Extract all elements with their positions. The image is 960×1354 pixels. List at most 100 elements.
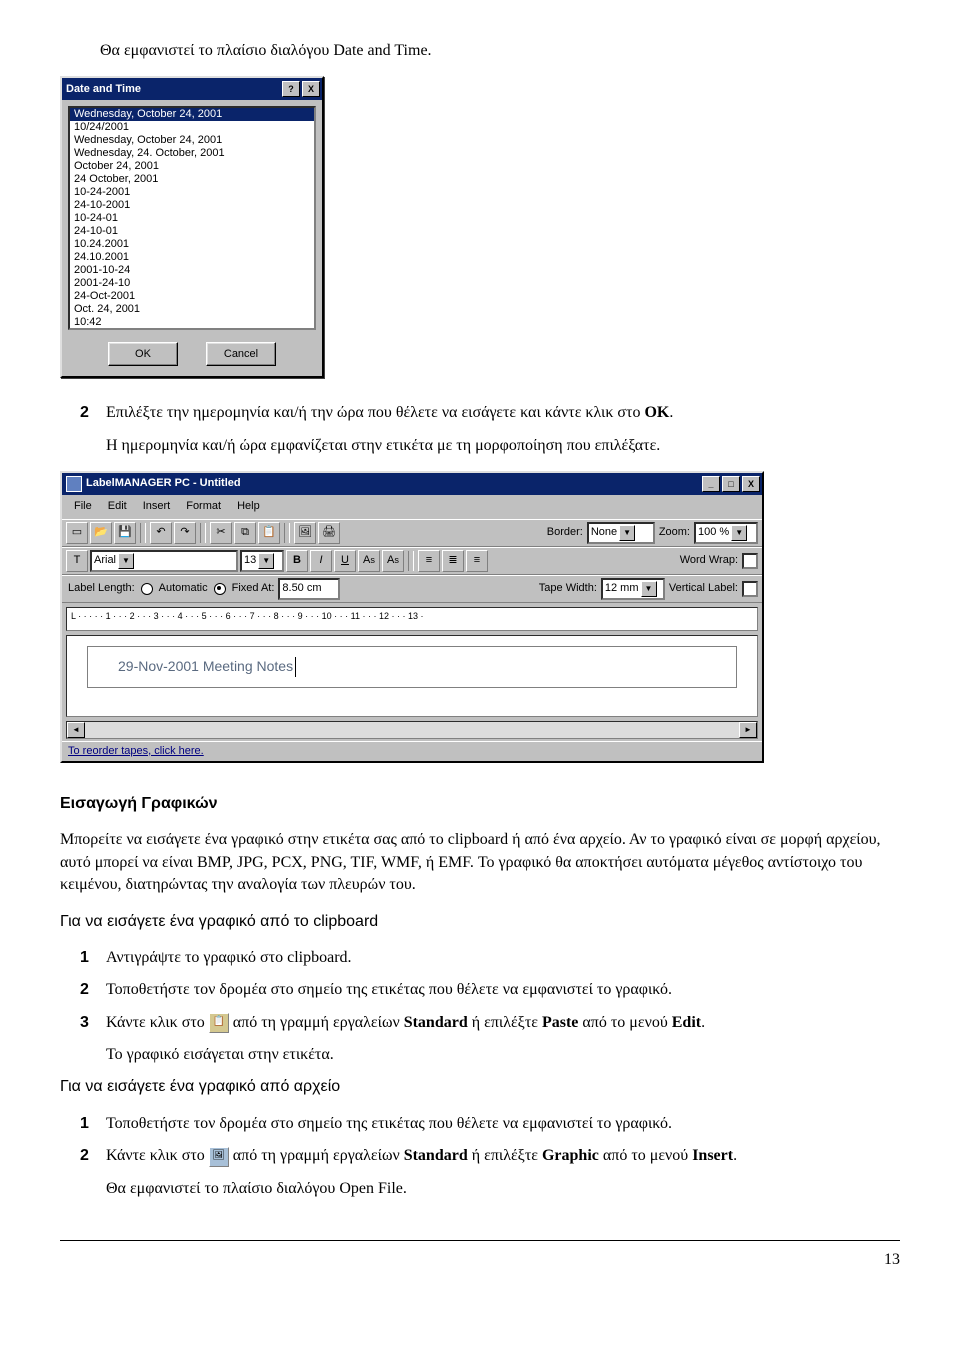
labelmanager-window: LabelMANAGER PC - Untitled _ □ X File Ed… bbox=[60, 471, 764, 763]
term: Paste bbox=[542, 1014, 578, 1031]
font-combo[interactable]: Arial▼ bbox=[90, 550, 238, 572]
menu-insert[interactable]: Insert bbox=[137, 497, 177, 516]
status-bar[interactable]: To reorder tapes, click here. bbox=[62, 741, 762, 761]
list-item[interactable]: Wednesday, 24. October, 2001 bbox=[70, 147, 314, 160]
font-icon[interactable]: T bbox=[66, 550, 88, 572]
list-item[interactable]: Oct. 24, 2001 bbox=[70, 303, 314, 316]
new-icon[interactable]: ▭ bbox=[66, 522, 88, 544]
step-text: Επιλέξτε την ημερομηνία και/ή την ώρα πο… bbox=[106, 402, 900, 424]
text: Κάντε κλικ στο bbox=[106, 1147, 209, 1164]
list-item[interactable]: 24.10.2001 bbox=[70, 251, 314, 264]
chevron-down-icon: ▼ bbox=[118, 553, 134, 569]
list-item[interactable]: Wednesday, October 24, 2001 bbox=[70, 108, 314, 121]
list-item[interactable]: 10:42:42 bbox=[70, 329, 314, 330]
dialog-titlebar: Date and Time ? X bbox=[62, 78, 322, 100]
align-left-icon[interactable]: ≡ bbox=[418, 550, 440, 572]
zoom-label: Zoom: bbox=[657, 525, 692, 540]
length-label: Label Length: bbox=[66, 581, 137, 596]
text: από το μενού bbox=[578, 1014, 671, 1031]
clipboard-heading: Για να εισάγετε ένα γραφικό από το clipb… bbox=[60, 911, 900, 933]
text: Επιλέξτε την ημερομηνία και/ή την ώρα πο… bbox=[106, 404, 644, 421]
term: Standard bbox=[404, 1014, 468, 1031]
text: . bbox=[733, 1147, 737, 1164]
cut-icon[interactable]: ✂ bbox=[210, 522, 232, 544]
help-button[interactable]: ? bbox=[282, 81, 300, 97]
open-icon[interactable]: 📂 bbox=[90, 522, 112, 544]
paste-icon[interactable]: 📋 bbox=[258, 522, 280, 544]
paste-icon: 📋 bbox=[209, 1013, 229, 1033]
list-item[interactable]: 10/24/2001 bbox=[70, 121, 314, 134]
copy-icon[interactable]: ⧉ bbox=[234, 522, 256, 544]
list-item[interactable]: 10-24-01 bbox=[70, 212, 314, 225]
bold-icon[interactable]: B bbox=[286, 550, 308, 572]
list-item[interactable]: 24-10-2001 bbox=[70, 199, 314, 212]
app-title: LabelMANAGER PC - Untitled bbox=[86, 476, 241, 491]
menu-edit[interactable]: Edit bbox=[102, 497, 133, 516]
tape-combo[interactable]: 12 mm▼ bbox=[601, 578, 665, 600]
toolbar-format: T Arial▼ 13▼ B I U As As ≡ ≣ ≡ Word Wrap… bbox=[62, 547, 762, 575]
page-number: 13 bbox=[60, 1249, 900, 1271]
step-number: 3 bbox=[80, 1012, 106, 1067]
list-item[interactable]: 2001-24-10 bbox=[70, 277, 314, 290]
superscript-icon[interactable]: As bbox=[358, 550, 380, 572]
list-item[interactable]: 10-24-2001 bbox=[70, 186, 314, 199]
term: Edit bbox=[672, 1014, 701, 1031]
close-button[interactable]: X bbox=[742, 476, 760, 492]
text: Κάντε κλικ στο bbox=[106, 1014, 209, 1031]
fixed-input[interactable]: 8.50 cm bbox=[278, 578, 340, 600]
cancel-button[interactable]: Cancel bbox=[206, 342, 276, 366]
size-value: 13 bbox=[244, 553, 256, 568]
vertical-check[interactable] bbox=[742, 581, 758, 597]
auto-radio[interactable] bbox=[141, 583, 153, 595]
wordwrap-check[interactable] bbox=[742, 553, 758, 569]
menu-format[interactable]: Format bbox=[180, 497, 227, 516]
menu-help[interactable]: Help bbox=[231, 497, 266, 516]
file-heading: Για να εισάγετε ένα γραφικό από αρχείο bbox=[60, 1076, 900, 1098]
list-item[interactable]: 10:42 bbox=[70, 316, 314, 329]
align-center-icon[interactable]: ≣ bbox=[442, 550, 464, 572]
minimize-button[interactable]: _ bbox=[702, 476, 720, 492]
app-icon bbox=[66, 476, 82, 492]
label-canvas[interactable]: 29-Nov-2001 Meeting Notes bbox=[66, 635, 758, 717]
maximize-button[interactable]: □ bbox=[722, 476, 740, 492]
list-item[interactable]: Wednesday, October 24, 2001 bbox=[70, 134, 314, 147]
print-icon[interactable]: 🖨 bbox=[318, 522, 340, 544]
scroll-right-icon[interactable]: ► bbox=[739, 722, 757, 738]
scroll-left-icon[interactable]: ◄ bbox=[67, 722, 85, 738]
save-icon[interactable]: 💾 bbox=[114, 522, 136, 544]
redo-icon[interactable]: ↷ bbox=[174, 522, 196, 544]
border-label: Border: bbox=[545, 525, 585, 540]
chevron-down-icon: ▼ bbox=[731, 525, 747, 541]
ok-button[interactable]: OK bbox=[108, 342, 178, 366]
border-combo[interactable]: None▼ bbox=[587, 522, 655, 544]
italic-icon[interactable]: I bbox=[310, 550, 332, 572]
size-combo[interactable]: 13▼ bbox=[240, 550, 284, 572]
undo-icon[interactable]: ↶ bbox=[150, 522, 172, 544]
close-button[interactable]: X bbox=[302, 81, 320, 97]
step-number: 1 bbox=[80, 947, 106, 969]
list-item[interactable]: October 24, 2001 bbox=[70, 160, 314, 173]
zoom-value: 100 % bbox=[698, 525, 729, 540]
menu-file[interactable]: File bbox=[68, 497, 98, 516]
underline-icon[interactable]: U bbox=[334, 550, 356, 572]
border-value: None bbox=[591, 525, 617, 540]
list-item[interactable]: 24-10-01 bbox=[70, 225, 314, 238]
text: από τη γραμμή εργαλείων bbox=[229, 1147, 404, 1164]
list-item[interactable]: 2001-10-24 bbox=[70, 264, 314, 277]
date-format-list[interactable]: Wednesday, October 24, 2001 10/24/2001 W… bbox=[68, 106, 316, 330]
subscript-icon[interactable]: As bbox=[382, 550, 404, 572]
list-item[interactable]: 24-Oct-2001 bbox=[70, 290, 314, 303]
dialog-title: Date and Time bbox=[66, 82, 141, 97]
step-result: Θα εμφανιστεί το πλαίσιο διαλόγου Open F… bbox=[106, 1178, 900, 1200]
intro-text: Θα εμφανιστεί το πλαίσιο διαλόγου Date a… bbox=[100, 40, 900, 62]
list-item[interactable]: 10.24.2001 bbox=[70, 238, 314, 251]
align-right-icon[interactable]: ≡ bbox=[466, 550, 488, 572]
fixed-radio[interactable] bbox=[214, 583, 226, 595]
graphic-icon[interactable]: 🖼 bbox=[294, 522, 316, 544]
horizontal-scrollbar[interactable]: ◄ ► bbox=[66, 721, 758, 739]
section-heading: Εισαγωγή Γραφικών bbox=[60, 793, 900, 815]
vert-label: Vertical Label: bbox=[667, 581, 740, 596]
zoom-combo[interactable]: 100 %▼ bbox=[694, 522, 758, 544]
list-item[interactable]: 24 October, 2001 bbox=[70, 173, 314, 186]
tape-label: Tape Width: bbox=[537, 581, 599, 596]
